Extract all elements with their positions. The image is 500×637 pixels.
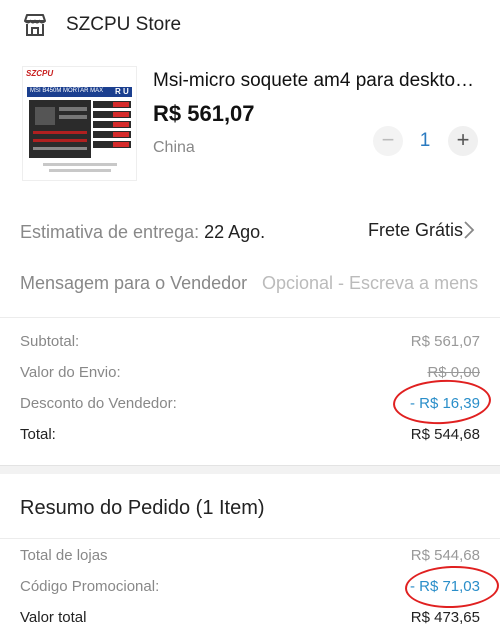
shipping-option[interactable]: Frete Grátis: [368, 220, 463, 241]
chevron-right-icon[interactable]: [462, 220, 476, 240]
delivery-date: 22 Ago.: [204, 222, 266, 242]
order-summary-title: Resumo do Pedido (1 Item): [20, 497, 265, 519]
grand-total-label: Valor total: [20, 609, 87, 626]
grand-total-value: R$ 473,65: [410, 609, 480, 626]
thumb-badge: R U: [115, 87, 129, 96]
seller-message-label: Mensagem para o Vendedor: [20, 273, 248, 293]
seller-discount-label: Desconto do Vendedor:: [20, 395, 177, 412]
divider: [0, 538, 500, 539]
quantity-decrease-button[interactable]: −: [373, 126, 403, 156]
seller-message-input[interactable]: [262, 270, 480, 296]
delivery-estimate-label: Estimativa de entrega:: [20, 222, 200, 242]
total-label: Total:: [20, 426, 56, 443]
divider: [0, 317, 500, 318]
annotation-circle: [391, 377, 493, 427]
product-price: R$ 561,07: [153, 101, 255, 126]
promo-code-label: Código Promocional:: [20, 578, 160, 595]
subtotal-label: Subtotal:: [20, 333, 80, 350]
thumb-brand: SZCPU: [26, 69, 54, 78]
quantity-increase-button[interactable]: +: [448, 126, 478, 156]
total-value: R$ 544,68: [410, 426, 480, 443]
motherboard-image: [23, 67, 136, 180]
store-name[interactable]: SZCPU Store: [66, 14, 181, 36]
product-title[interactable]: Msi-micro soquete am4 para desktop b...: [153, 70, 483, 92]
shipping-cost-value: R$ 0,00: [427, 364, 480, 381]
delivery-estimate: Estimativa de entrega: 22 Ago.: [20, 222, 265, 243]
section-separator: [0, 465, 500, 474]
storefront-icon: [24, 14, 46, 36]
stores-total-label: Total de lojas: [20, 547, 108, 564]
thumb-model: MSI B450M MORTAR MAX: [30, 88, 104, 94]
stores-total-value: R$ 544,68: [410, 547, 480, 564]
shipping-cost-label: Valor do Envio:: [20, 364, 121, 381]
product-origin: China: [153, 139, 195, 156]
product-thumbnail[interactable]: SZCPU MSI B450M MORTAR MAX R U: [22, 66, 137, 181]
subtotal-value: R$ 561,07: [410, 333, 480, 350]
annotation-circle: [404, 564, 500, 610]
quantity-value: 1: [419, 130, 431, 151]
